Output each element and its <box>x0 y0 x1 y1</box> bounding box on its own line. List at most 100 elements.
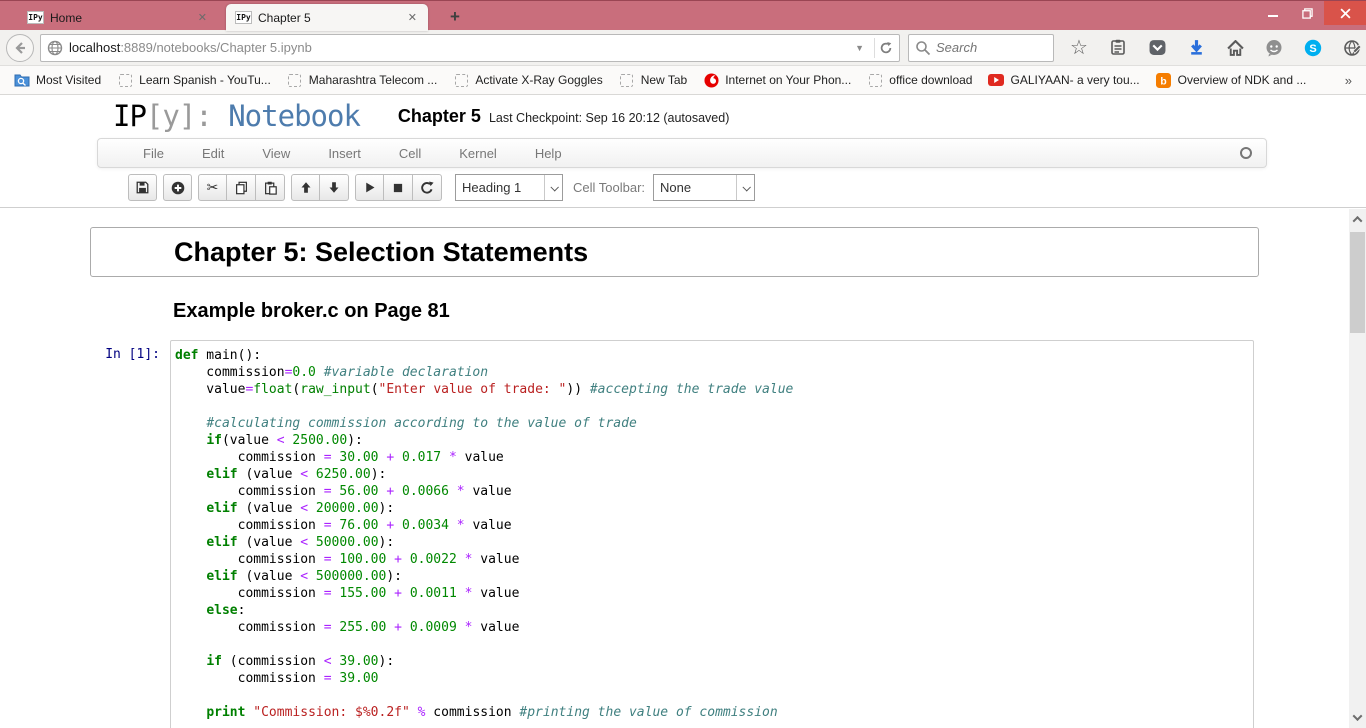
skype-icon[interactable]: S <box>1302 37 1324 59</box>
bookmark-item[interactable]: GALIYAAN- a very tou... <box>980 69 1147 91</box>
bookmark-label: Most Visited <box>36 73 101 87</box>
restore-button[interactable] <box>1290 1 1324 25</box>
menu-cell[interactable]: Cell <box>380 146 440 161</box>
bookmark-star-icon[interactable]: ☆ <box>1068 37 1090 59</box>
reload-icon[interactable] <box>879 41 893 55</box>
scroll-down-icon[interactable] <box>1349 709 1366 726</box>
bookmark-label: office download <box>889 73 972 87</box>
url-bar[interactable]: localhost:8889/notebooks/Chapter 5.ipynb… <box>40 34 900 62</box>
paste-cell-button[interactable] <box>256 174 285 201</box>
bookmark-label: Internet on Your Phon... <box>725 73 851 87</box>
arrow-down-icon <box>328 181 340 194</box>
browser-tab-chapter5[interactable]: IPy Chapter 5 ✕ <box>226 4 428 31</box>
code-line: value=float(raw_input("Enter value of tr… <box>175 381 1249 398</box>
bookmark-item[interactable]: Learn Spanish - YouTu... <box>109 69 279 91</box>
menu-edit[interactable]: Edit <box>183 146 243 161</box>
checkpoint-status: Last Checkpoint: Sep 16 20:12 (autosaved… <box>489 111 729 125</box>
copy-icon <box>235 181 248 195</box>
tab-close-icon[interactable]: ✕ <box>406 11 419 24</box>
notebook-toolbar: ✂ H <box>0 168 1366 208</box>
menu-kernel[interactable]: Kernel <box>440 146 516 161</box>
menu-insert[interactable]: Insert <box>309 146 380 161</box>
run-cell-button[interactable] <box>355 174 384 201</box>
notebook-menubar: FileEditViewInsertCellKernelHelp <box>97 138 1267 168</box>
url-separator <box>874 38 875 58</box>
copy-cell-button[interactable] <box>227 174 256 201</box>
heading-cell-selected[interactable]: Chapter 5: Selection Statements <box>90 227 1259 277</box>
save-button[interactable] <box>128 174 157 201</box>
code-line: commission=0.0 #variable declaration <box>175 364 1249 381</box>
move-cell-up-button[interactable] <box>291 174 320 201</box>
pocket-icon[interactable] <box>1146 37 1168 59</box>
restart-kernel-button[interactable] <box>413 174 442 201</box>
browser-tab-home[interactable]: IPy Home ✕ <box>18 4 218 31</box>
tab-title: Home <box>50 11 190 25</box>
scroll-up-icon[interactable] <box>1349 211 1366 228</box>
vodafone-icon <box>703 72 719 88</box>
code-line: if(value < 2500.00): <box>175 432 1249 449</box>
code-line <box>175 687 1249 704</box>
code-line: elif (value < 6250.00): <box>175 466 1249 483</box>
floppy-icon <box>136 181 149 194</box>
new-tab-button[interactable]: + <box>441 6 469 28</box>
code-cell[interactable]: In [1]: def main(): commission=0.0 #vari… <box>90 340 1259 728</box>
bookmark-label: New Tab <box>641 73 687 87</box>
code-line: elif (value < 20000.00): <box>175 500 1249 517</box>
code-line: if (commission < 39.00): <box>175 653 1249 670</box>
move-cell-down-button[interactable] <box>320 174 349 201</box>
search-box[interactable] <box>908 34 1054 62</box>
bookmark-item[interactable]: Maharashtra Telecom ... <box>279 69 446 91</box>
heading-cell[interactable]: Example broker.c on Page 81 <box>90 300 1259 323</box>
bookmark-label: Maharashtra Telecom ... <box>309 73 438 87</box>
code-line: commission = 155.00 + 0.0011 * value <box>175 585 1249 602</box>
code-line <box>175 398 1249 415</box>
restore-icon <box>1302 8 1313 19</box>
cell-toolbar-select[interactable]: None <box>653 174 755 201</box>
webmaker-globe-icon[interactable] <box>1341 37 1363 59</box>
cut-cell-button[interactable]: ✂ <box>198 174 227 201</box>
cell-type-select[interactable]: Heading 1 <box>455 174 563 201</box>
search-icon <box>915 40 931 56</box>
bookmark-label: Overview of NDK and ... <box>1178 73 1307 87</box>
hello-chat-icon[interactable] <box>1263 37 1285 59</box>
input-prompt: In [1]: <box>90 340 170 728</box>
notebook-cells-area: Chapter 5: Selection Statements Example … <box>0 208 1366 728</box>
ipython-logo[interactable]: IP[y]: Notebook <box>113 99 360 133</box>
site-globe-icon <box>47 40 63 56</box>
bookmark-item[interactable]: bOverview of NDK and ... <box>1148 69 1315 91</box>
insert-cell-button[interactable] <box>163 174 192 201</box>
bookmarks-overflow-chevron[interactable]: » <box>1337 73 1360 88</box>
cell-toolbar-label: Cell Toolbar: <box>573 180 645 195</box>
bookmarks-menu-icon[interactable] <box>1107 37 1129 59</box>
vertical-scrollbar[interactable] <box>1349 209 1366 728</box>
menu-help[interactable]: Help <box>516 146 581 161</box>
downloads-icon[interactable] <box>1185 37 1207 59</box>
tab-close-icon[interactable]: ✕ <box>196 11 209 24</box>
scrollbar-thumb[interactable] <box>1350 232 1365 333</box>
minimize-button[interactable] <box>1256 1 1290 25</box>
code-line: commission = 56.00 + 0.0066 * value <box>175 483 1249 500</box>
close-button[interactable] <box>1324 1 1366 25</box>
menu-view[interactable]: View <box>243 146 309 161</box>
url-dropdown-icon[interactable]: ▼ <box>849 43 870 53</box>
code-editor[interactable]: def main(): commission=0.0 #variable dec… <box>170 340 1254 728</box>
svg-text:S: S <box>1309 43 1316 55</box>
bookmark-item[interactable]: New Tab <box>611 69 695 91</box>
bookmark-item[interactable]: office download <box>859 69 980 91</box>
bookmark-item[interactable]: Activate X-Ray Goggles <box>445 69 610 91</box>
code-line: commission = 76.00 + 0.0034 * value <box>175 517 1249 534</box>
notebook-page: IP[y]: Notebook Chapter 5 Last Checkpoin… <box>0 95 1366 728</box>
url-path: :8889/notebooks/Chapter 5.ipynb <box>120 40 849 55</box>
bookmark-item[interactable]: Internet on Your Phon... <box>695 69 859 91</box>
search-input[interactable] <box>936 40 1036 55</box>
example-heading: Example broker.c on Page 81 <box>173 300 1259 323</box>
navbar-icons: ☆ S <box>1068 36 1366 60</box>
bookmark-item[interactable]: Most Visited <box>6 69 109 91</box>
back-button[interactable] <box>6 34 34 62</box>
menu-file[interactable]: File <box>124 146 183 161</box>
bookmark-label: Activate X-Ray Goggles <box>475 73 602 87</box>
home-icon[interactable] <box>1224 37 1246 59</box>
notebook-header: IP[y]: Notebook Chapter 5 Last Checkpoin… <box>0 95 1366 137</box>
notebook-title[interactable]: Chapter 5 <box>398 106 481 127</box>
interrupt-kernel-button[interactable] <box>384 174 413 201</box>
